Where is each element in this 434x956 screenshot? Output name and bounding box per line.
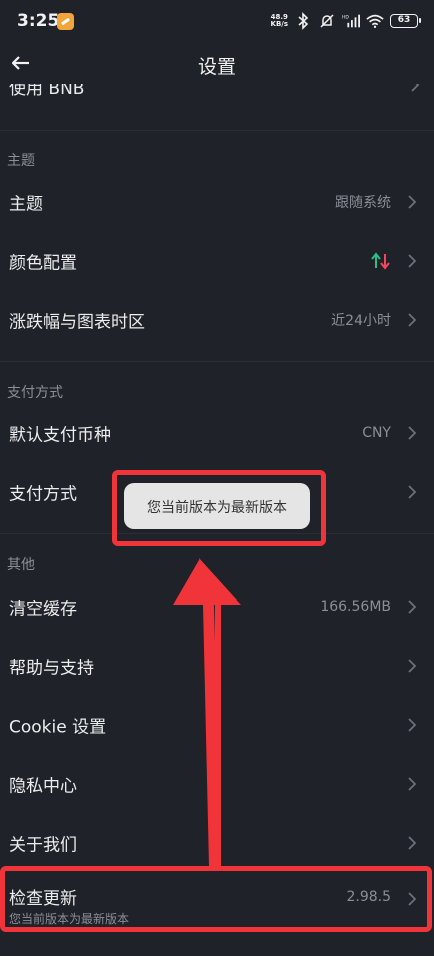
annotation-arrow-icon bbox=[173, 558, 241, 866]
settings-screen: 3:25 48.9 KB/s HD 63 设置 使用 BNB 主题 主题 跟随系… bbox=[0, 0, 434, 956]
